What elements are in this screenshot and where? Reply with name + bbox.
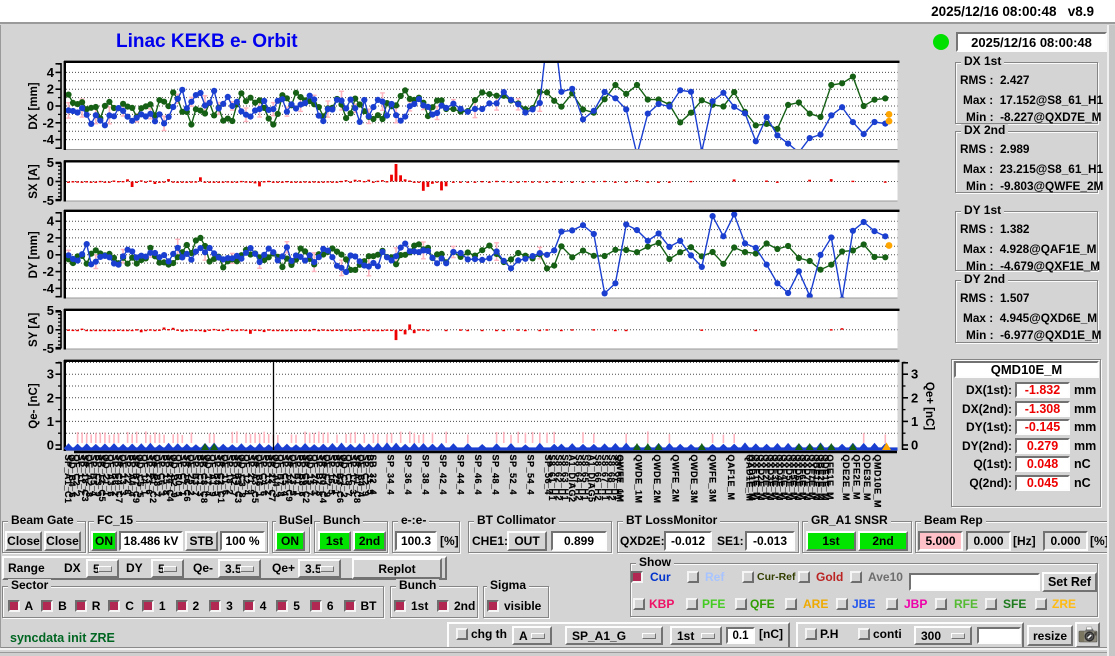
svg-text:QWDE_2M: QWDE_2M xyxy=(652,455,662,504)
svg-text:3: 3 xyxy=(911,367,918,382)
svg-text:0: 0 xyxy=(47,438,54,453)
svg-text:SP_52_4: SP_52_4 xyxy=(508,455,518,496)
svg-text:QWDE_3M: QWDE_3M xyxy=(689,455,699,504)
svg-text:DY [mm]: DY [mm] xyxy=(28,231,40,278)
svg-text:4: 4 xyxy=(47,65,55,80)
svg-text:Qe+ [nC]: Qe+ [nC] xyxy=(923,382,935,430)
svg-text:SP_42_4: SP_42_4 xyxy=(438,455,448,496)
svg-text:2: 2 xyxy=(47,82,54,97)
svg-text:SP_32_4: SP_32_4 xyxy=(368,455,378,496)
svg-text:QFE1E_M: QFE1E_M xyxy=(825,455,835,501)
svg-text:0: 0 xyxy=(47,174,54,189)
svg-text:-4: -4 xyxy=(42,132,54,147)
svg-text:QAF1E_M: QAF1E_M xyxy=(726,455,736,501)
svg-text:1: 1 xyxy=(911,414,918,429)
svg-text:QWFE_2M: QWFE_2M xyxy=(671,455,681,503)
svg-text:QDE3E_M: QDE3E_M xyxy=(862,455,872,502)
svg-text:SP_54_4: SP_54_4 xyxy=(526,455,536,496)
svg-text:-2: -2 xyxy=(42,264,54,279)
svg-text:QWFE_1M: QWFE_1M xyxy=(615,455,625,503)
svg-text:-4: -4 xyxy=(42,281,54,296)
svg-text:2: 2 xyxy=(911,390,918,405)
svg-text:SP_38_4: SP_38_4 xyxy=(421,455,431,496)
svg-text:2: 2 xyxy=(47,230,54,245)
svg-text:SP_48_4: SP_48_4 xyxy=(491,455,501,496)
svg-text:4: 4 xyxy=(47,214,55,229)
svg-text:5: 5 xyxy=(47,155,54,170)
svg-text:SP_44_4: SP_44_4 xyxy=(456,455,466,496)
svg-text:QMD10E_M: QMD10E_M xyxy=(873,455,883,509)
svg-text:QFE2E_M: QFE2E_M xyxy=(852,455,862,501)
svg-text:5: 5 xyxy=(47,303,54,318)
svg-text:0: 0 xyxy=(911,438,918,453)
svg-text:0: 0 xyxy=(47,322,54,337)
svg-text:1: 1 xyxy=(47,414,54,429)
svg-text:Qe- [nC]: Qe- [nC] xyxy=(28,383,40,429)
svg-text:QWDE_1M: QWDE_1M xyxy=(634,455,644,504)
svg-text:SY [A]: SY [A] xyxy=(28,312,40,346)
svg-text:0: 0 xyxy=(47,247,54,262)
svg-text:-2: -2 xyxy=(42,115,54,130)
svg-text:SP_46_4: SP_46_4 xyxy=(473,455,483,496)
svg-text:QWFE_3M: QWFE_3M xyxy=(708,455,718,503)
svg-text:2: 2 xyxy=(47,390,54,405)
svg-text:-5: -5 xyxy=(42,341,54,356)
svg-text:0: 0 xyxy=(47,99,54,114)
svg-text:QDE2E_M: QDE2E_M xyxy=(841,455,851,502)
svg-text:SP_36_4: SP_36_4 xyxy=(403,455,413,496)
svg-text:SX [A]: SX [A] xyxy=(28,164,40,199)
svg-text:-5: -5 xyxy=(42,193,54,208)
svg-text:DX [mm]: DX [mm] xyxy=(28,82,40,129)
svg-text:SP_34_4: SP_34_4 xyxy=(386,455,396,496)
svg-text:3: 3 xyxy=(47,367,54,382)
